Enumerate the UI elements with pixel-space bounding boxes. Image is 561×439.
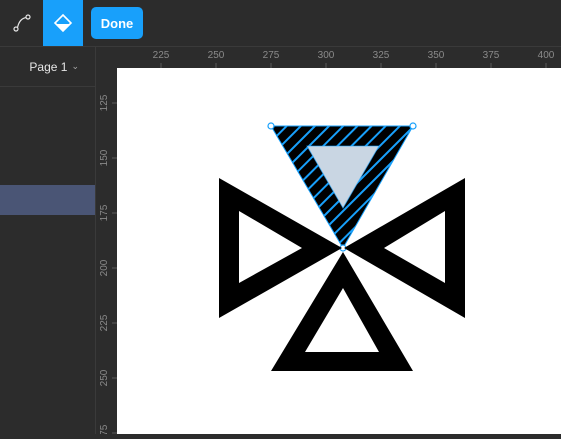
done-button[interactable]: Done [91,7,143,39]
vertex-handle-top-right[interactable] [409,122,417,130]
toolbar: Done [0,0,561,47]
page-label: Page 1 [29,59,68,74]
ruler-left-label: 175 [99,204,110,221]
ruler-top: 225 250 275 300 325 350 375 400 [117,47,561,69]
ruler-left-label: 200 [99,259,110,276]
ruler-left: 125 150 175 200 225 250 275 [96,68,118,439]
page-selector[interactable]: Page 1 ⌄ [0,47,95,87]
ruler-left-label: 225 [99,314,110,331]
paint-bucket-button[interactable] [43,0,83,46]
ruler-top-label: 350 [428,50,445,61]
bend-tool-button[interactable] [2,0,42,46]
ruler-top-label: 250 [208,50,225,61]
ruler-left-label: 125 [99,94,110,111]
ruler-top-label: 275 [263,50,280,61]
ruler-top-label: 325 [373,50,390,61]
ruler-corner [96,47,117,68]
ruler-left-label: 250 [99,369,110,386]
chevron-down-icon: ⌄ [71,61,79,71]
ruler-top-label: 400 [538,50,555,61]
paint-bucket-icon [53,13,73,33]
vertex-handle-top-left[interactable] [267,122,275,130]
bend-tool-icon [13,14,31,32]
ruler-left-label: 275 [99,424,110,434]
ruler-top-label: 225 [153,50,170,61]
ruler-top-label: 300 [318,50,335,61]
canvas[interactable] [117,68,561,434]
ruler-left-label: 150 [99,149,110,166]
selected-layer-row[interactable] [0,185,95,215]
layers-panel: Page 1 ⌄ [0,47,96,434]
ruler-top-label: 375 [483,50,500,61]
